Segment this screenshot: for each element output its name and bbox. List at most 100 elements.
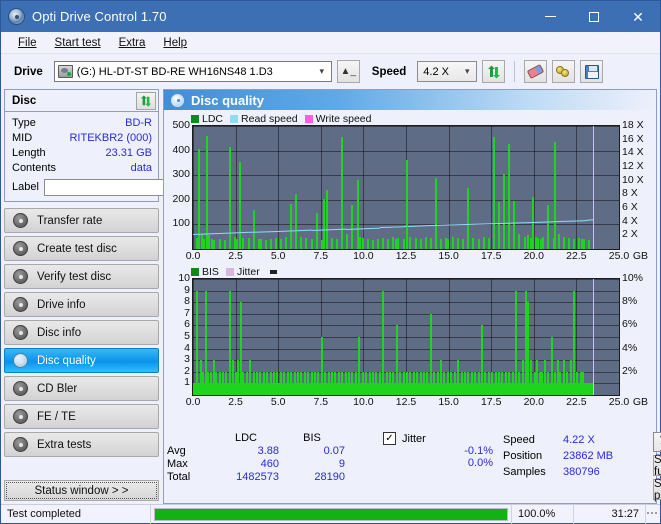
maximize-button[interactable]	[572, 1, 616, 32]
disc-info-row-length: Length 23.31 GB	[12, 145, 152, 160]
chevron-down-icon: ▾	[458, 66, 476, 77]
drive-select[interactable]: (G:) HL-DT-ST BD-RE WH16NS48 1.D3 ▾	[54, 61, 332, 82]
speed-select[interactable]: 4.2 X ▾	[417, 61, 477, 82]
disc-info-row-mid: MID RITEKBR2 (000)	[12, 130, 152, 145]
stats-panel: LDC BIS Avg 3.88 0.07 Max 460 9 Total 14…	[164, 428, 656, 503]
jitter-avg-value: -0.1%	[383, 445, 503, 457]
bomb-button[interactable]	[552, 60, 575, 83]
disc-panel-title: Disc	[12, 95, 36, 107]
sidebar-item-drive-info[interactable]: Drive info	[4, 292, 159, 317]
progress-bar	[151, 505, 512, 524]
status-window-button[interactable]: Status window > >	[4, 480, 159, 501]
erase-button[interactable]	[524, 60, 547, 83]
disc-icon	[13, 297, 28, 312]
sidebar-item-extra-tests[interactable]: Extra tests	[4, 432, 159, 457]
stats-total-bis: 28190	[279, 471, 345, 483]
disc-label-key: Label	[12, 181, 39, 193]
close-button[interactable]: ✕	[616, 1, 660, 32]
legend-swatch-ldc	[191, 115, 199, 123]
disc-icon	[13, 325, 28, 340]
legend-label-jitter: Jitter	[237, 266, 260, 278]
stats-row-avg-key: Avg	[167, 445, 213, 457]
eject-icon: ▲_	[341, 66, 356, 77]
sidebar-item-create-test-disc[interactable]: Create test disc	[4, 236, 159, 261]
menu-extra[interactable]: Extra	[110, 35, 155, 51]
sidebar-item-verify-test-disc[interactable]: Verify test disc	[4, 264, 159, 289]
sidebar-item-disc-quality[interactable]: Disc quality	[4, 348, 159, 373]
start-part-button[interactable]: Start part	[653, 479, 661, 500]
legend-item-bis: BIS	[191, 266, 219, 278]
disc-type-key: Type	[12, 117, 36, 129]
refresh-icon	[140, 95, 152, 107]
window-title: Opti Drive Control 1.70	[32, 9, 167, 24]
sidebar-item-label: Create test disc	[37, 243, 117, 255]
info-samples-value: 380796	[563, 466, 600, 478]
content-area: Disc Type BD-R MID RITE	[1, 89, 660, 504]
disc-label-row: Label	[12, 177, 152, 197]
refresh-button[interactable]	[482, 60, 505, 83]
menu-help[interactable]: Help	[154, 35, 196, 51]
info-row-samples: Samples 380796	[503, 464, 653, 480]
start-full-button[interactable]: Start full	[653, 455, 661, 476]
app-window: Opti Drive Control 1.70 ✕ File Start tes…	[0, 0, 661, 524]
legend-label-write-speed: Write speed	[316, 113, 372, 125]
save-button[interactable]	[580, 60, 603, 83]
sidebar-item-label: CD Bler	[37, 383, 77, 395]
stats-row-total-key: Total	[167, 471, 213, 483]
test-speed-select[interactable]: 4.2 X ▾	[653, 432, 661, 452]
menu-start-test[interactable]: Start test	[46, 35, 110, 51]
legend-label-read-speed: Read speed	[241, 113, 298, 125]
disc-icon	[13, 269, 28, 284]
sidebar-item-label: Transfer rate	[37, 215, 102, 227]
chevron-down-icon: ▾	[313, 66, 331, 77]
stats-row-max-key: Max	[167, 458, 213, 470]
minimize-icon	[545, 16, 556, 17]
stats-table: LDC BIS Avg 3.88 0.07 Max 460 9 Total 14…	[167, 432, 383, 500]
info-column: Speed 4.22 X Position 23862 MB Samples 3…	[503, 432, 653, 500]
sidebar-item-label: FE / TE	[37, 411, 76, 423]
ldc-y2-axis: 2 X4 X6 X8 X10 X12 X14 X16 X18 X	[620, 125, 656, 250]
eraser-icon	[527, 64, 544, 79]
sidebar-item-cd-bler[interactable]: CD Bler	[4, 376, 159, 401]
info-row-position: Position 23862 MB	[503, 448, 653, 464]
info-row-speed: Speed 4.22 X	[503, 432, 653, 448]
jitter-column: ✓ Jitter -0.1% 0.0%	[383, 432, 503, 500]
save-icon	[585, 65, 599, 79]
window-controls: ✕	[528, 1, 660, 32]
eject-button[interactable]: ▲_	[337, 60, 360, 83]
sidebar-item-label: Disc info	[37, 327, 81, 339]
progress-track	[154, 508, 508, 521]
disc-info-row-type: Type BD-R	[12, 115, 152, 130]
resize-grip-icon[interactable]	[646, 511, 660, 517]
menu-start-test-label: Start test	[55, 37, 101, 49]
legend-swatch-read-speed	[230, 115, 238, 123]
app-icon	[8, 8, 25, 25]
disc-icon	[13, 381, 28, 396]
sidebar-item-transfer-rate[interactable]: Transfer rate	[4, 208, 159, 233]
menu-extra-label: Extra	[119, 37, 146, 49]
disc-icon	[13, 437, 28, 452]
sidebar-nav: Transfer rate Create test disc Verify te…	[4, 208, 159, 457]
sidebar-item-disc-info[interactable]: Disc info	[4, 320, 159, 345]
legend-item-read-speed: Read speed	[230, 113, 298, 125]
info-samples-key: Samples	[503, 466, 563, 478]
bis-y-axis: 12345678910	[164, 278, 192, 396]
sidebar-spacer	[4, 457, 159, 476]
disc-icon	[171, 94, 184, 107]
minimize-button[interactable]	[528, 1, 572, 32]
sidebar-item-fe-te[interactable]: FE / TE	[4, 404, 159, 429]
elapsed-time: 31:27	[574, 505, 646, 524]
disc-icon	[13, 353, 28, 368]
charts-area: LDC Read speed Write speed 1002003004005…	[164, 110, 656, 428]
jitter-checkbox[interactable]: ✓	[383, 432, 396, 445]
jitter-max-value: 0.0%	[383, 457, 503, 469]
menu-help-label: Help	[163, 37, 187, 49]
disc-contents-value: data	[131, 162, 152, 174]
disc-panel: Disc Type BD-R MID RITE	[4, 89, 159, 202]
bis-chart-legend: BIS Jitter	[164, 265, 656, 278]
title-bar: Opti Drive Control 1.70 ✕	[1, 1, 660, 32]
ldc-plot-area[interactable]	[192, 125, 620, 250]
menu-file[interactable]: File	[9, 35, 46, 51]
bis-plot-area[interactable]	[192, 278, 620, 396]
disc-refresh-button[interactable]	[136, 92, 156, 110]
